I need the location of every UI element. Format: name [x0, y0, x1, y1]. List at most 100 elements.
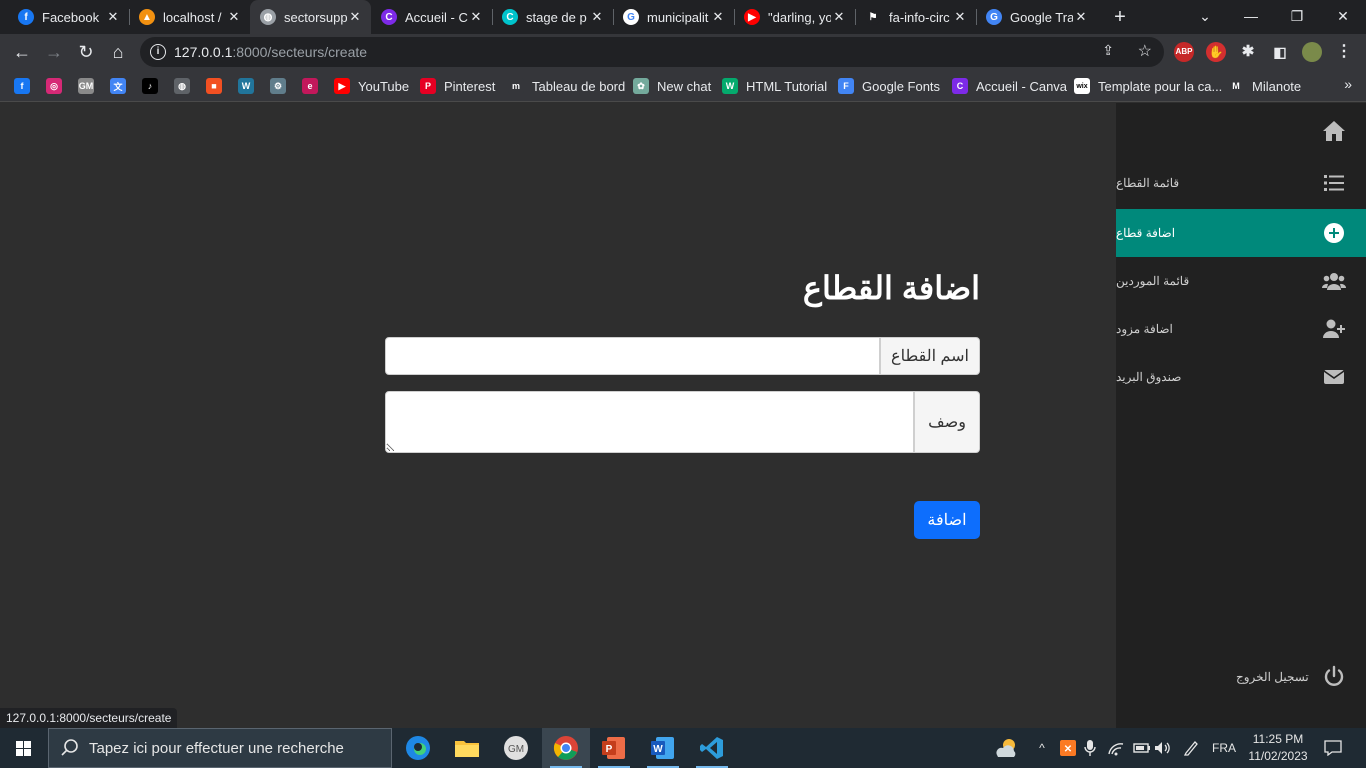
address-bar[interactable]: i 127.0.0.1:8000/secteurs/create ⇪ ☆: [140, 37, 1164, 67]
pen-icon[interactable]: [1180, 728, 1202, 768]
taskbar-clock[interactable]: 11:25 PM 11/02/2023: [1244, 731, 1312, 765]
page-title: اضافة القطاع: [802, 270, 980, 306]
battery-icon[interactable]: [1130, 728, 1154, 768]
translate-icon[interactable]: 文: [110, 78, 126, 94]
add-sector-button[interactable]: اضافة: [914, 501, 980, 539]
restore-button[interactable]: ❐: [1274, 0, 1320, 32]
close-tab-icon[interactable]: ✕: [831, 9, 847, 25]
microsoft-icon[interactable]: ■: [206, 78, 222, 94]
tab-search-chevron-icon[interactable]: ⌄: [1182, 0, 1228, 32]
bookmark-item[interactable]: P Pinterest: [420, 70, 495, 102]
forward-button[interactable]: →: [40, 38, 68, 66]
browser-tab[interactable]: Gmunicipalit ✕: [613, 0, 734, 34]
phpmyadmin-icon: ▲: [139, 9, 155, 25]
edge-app-icon[interactable]: [394, 728, 442, 768]
notifications-icon[interactable]: [1318, 728, 1348, 768]
bookmark-item[interactable]: W HTML Tutorial: [722, 70, 827, 102]
browser-tab[interactable]: ▲ localhost / ✕: [129, 0, 250, 34]
bookmark-item[interactable]: M Milanote: [1228, 70, 1301, 102]
close-tab-icon[interactable]: ✕: [1073, 9, 1089, 25]
bookmark-item[interactable]: ✿ New chat: [633, 70, 711, 102]
instagram-icon[interactable]: ◎: [46, 78, 62, 94]
minimize-button[interactable]: —: [1228, 0, 1274, 32]
weather-icon[interactable]: [990, 728, 1024, 768]
bookmark-item[interactable]: ▶ YouTube: [334, 70, 409, 102]
clock-time: 11:25 PM: [1252, 732, 1304, 746]
volume-icon[interactable]: [1152, 728, 1174, 768]
powerpoint-app-icon[interactable]: P: [590, 728, 638, 768]
globe-icon[interactable]: ◍: [174, 78, 190, 94]
windows-start-icon[interactable]: [0, 728, 48, 768]
word-app-icon[interactable]: W: [639, 728, 687, 768]
close-tab-icon[interactable]: ✕: [347, 9, 363, 25]
app-icon[interactable]: e: [302, 78, 318, 94]
sidebar-item[interactable]: صندوق البريد: [1116, 353, 1366, 401]
side-panel-icon[interactable]: ◧: [1270, 42, 1290, 62]
sector-name-input[interactable]: [385, 337, 880, 375]
browser-tab[interactable]: Cstage de p ✕: [492, 0, 613, 34]
xampp-tray-icon[interactable]: ✕: [1056, 728, 1080, 768]
home-button[interactable]: ⌂: [104, 38, 132, 66]
user-plus-icon: [1323, 319, 1345, 338]
gm-app-icon[interactable]: GM: [492, 728, 540, 768]
network-icon[interactable]: [1104, 728, 1128, 768]
taskbar-search-box[interactable]: Tapez ici pour effectuer une recherche: [48, 728, 392, 768]
show-hidden-icons-chevron-icon[interactable]: ^: [1032, 728, 1052, 768]
bookmark-star-icon[interactable]: ☆: [1138, 41, 1152, 61]
close-window-button[interactable]: ✕: [1320, 0, 1366, 32]
browser-tab[interactable]: ⚑ fa-info-circ ✕: [855, 0, 976, 34]
site-info-icon[interactable]: i: [150, 44, 166, 60]
adblock-plus-icon[interactable]: ABP: [1174, 42, 1194, 62]
tab-title: "darling, yo: [768, 9, 831, 25]
close-tab-icon[interactable]: ✕: [105, 9, 121, 25]
url-text[interactable]: 127.0.0.1:8000/secteurs/create: [174, 44, 367, 60]
chrome-app-icon[interactable]: [542, 728, 590, 768]
search-icon: [61, 739, 78, 756]
gmail-icon[interactable]: GM: [78, 78, 94, 94]
description-label: وصف: [914, 391, 980, 453]
more-bookmarks-chevron-icon[interactable]: »: [1344, 76, 1352, 92]
logout-button[interactable]: تسجيل الخروج: [1116, 655, 1366, 695]
description-textarea[interactable]: [385, 391, 914, 453]
close-tab-icon[interactable]: ✕: [952, 9, 968, 25]
bookmark-item[interactable]: wix Template pour la ca...: [1074, 70, 1222, 102]
home-icon[interactable]: [1322, 119, 1346, 143]
bookmark-label: Template pour la ca...: [1098, 78, 1223, 94]
dashboard-icon: m: [508, 78, 524, 94]
browser-tab[interactable]: f Facebook ✕: [8, 0, 129, 34]
browser-tab[interactable]: G Google Tra ✕: [976, 0, 1097, 34]
wordpress-icon[interactable]: W: [238, 78, 254, 94]
browser-menu-icon[interactable]: ⋮: [1334, 42, 1354, 62]
hand-stop-extension-icon[interactable]: ✋: [1206, 42, 1226, 62]
file-explorer-icon[interactable]: [443, 728, 491, 768]
bookmark-item[interactable]: m Tableau de bord: [508, 70, 625, 102]
reload-button[interactable]: ↻: [72, 38, 100, 66]
sidebar-item[interactable]: قائمة الموردين: [1116, 257, 1366, 305]
extensions-puzzle-icon[interactable]: ✱: [1238, 42, 1258, 62]
sidebar-item[interactable]: اضافة مزود: [1116, 305, 1366, 353]
microphone-icon[interactable]: [1080, 728, 1100, 768]
close-tab-icon[interactable]: ✕: [710, 9, 726, 25]
vscode-app-icon[interactable]: [688, 728, 736, 768]
svg-text:GM: GM: [508, 744, 524, 755]
tiktok-icon[interactable]: ♪: [142, 78, 158, 94]
share-icon[interactable]: ⇪: [1102, 42, 1114, 59]
tool-icon[interactable]: ⚙: [270, 78, 286, 94]
browser-tab[interactable]: ◍ sectorsupp ✕: [250, 0, 371, 34]
tab-separator: [492, 9, 493, 25]
close-tab-icon[interactable]: ✕: [468, 9, 484, 25]
bookmark-label: Accueil - Canva: [976, 78, 1068, 94]
new-tab-button[interactable]: +: [1108, 5, 1132, 29]
sidebar-item[interactable]: اضافة قطاع: [1116, 209, 1366, 257]
close-tab-icon[interactable]: ✕: [589, 9, 605, 25]
browser-tab[interactable]: C Accueil - C ✕: [371, 0, 492, 34]
language-indicator[interactable]: FRA: [1206, 728, 1242, 768]
close-tab-icon[interactable]: ✕: [226, 9, 242, 25]
facebook-icon[interactable]: f: [14, 78, 30, 94]
back-button[interactable]: ←: [8, 38, 36, 66]
bookmark-item[interactable]: F Google Fonts: [838, 70, 940, 102]
sidebar-item[interactable]: قائمة القطاع: [1116, 159, 1366, 207]
bookmark-item[interactable]: C Accueil - Canva: [952, 70, 1067, 102]
browser-tab[interactable]: ▶ "darling, yo ✕: [734, 0, 855, 34]
profile-avatar[interactable]: [1302, 42, 1322, 62]
